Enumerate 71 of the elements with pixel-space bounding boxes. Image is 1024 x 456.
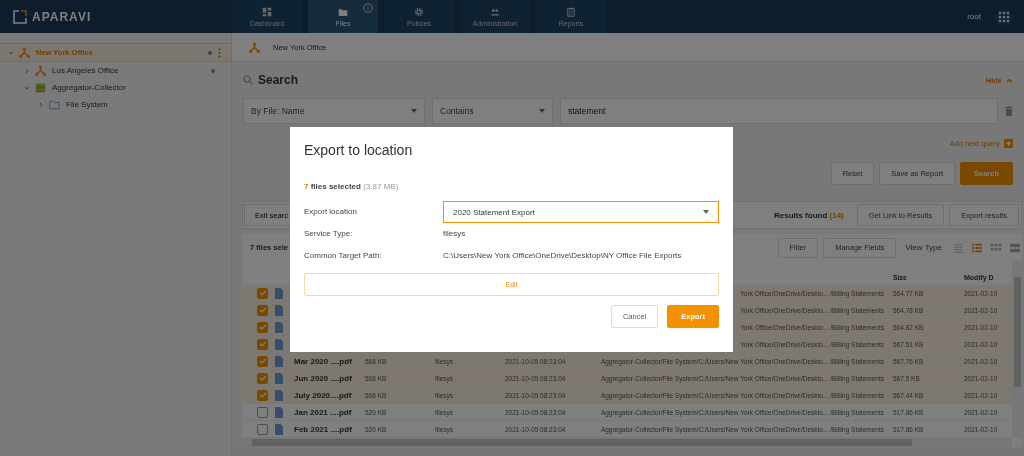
location-dropdown[interactable]: 2020 Statement Export: [443, 201, 719, 223]
dropdown-arrow-icon: [539, 109, 545, 113]
vertical-scrollbar[interactable]: [1012, 261, 1022, 438]
row-checkbox[interactable]: [257, 372, 268, 384]
trash-icon[interactable]: [1005, 106, 1013, 116]
file-icon: [275, 423, 283, 435]
query-value-field[interactable]: statement: [560, 98, 998, 124]
list-view-icon[interactable]: [1010, 242, 1020, 253]
search-icon: [243, 75, 253, 85]
list-view-icon[interactable]: [953, 242, 963, 253]
clipboard-icon: [566, 6, 576, 17]
field-label: Common Target Path:: [304, 250, 383, 262]
tree-item[interactable]: Los Angeles Office: [0, 62, 231, 79]
chevron-right-icon[interactable]: [38, 101, 44, 108]
field-value: filesys: [443, 228, 467, 240]
people-icon: [490, 6, 500, 17]
file-icon: [275, 304, 283, 316]
more-icon[interactable]: [218, 47, 221, 58]
horizontal-scrollbar[interactable]: [242, 438, 1012, 447]
file-name[interactable]: Jun 2020 ....pdf: [294, 373, 352, 383]
tree-item[interactable]: File System: [0, 96, 231, 113]
file-icon: [275, 355, 283, 367]
chevron-up-icon[interactable]: [1006, 77, 1013, 83]
file-icon: [275, 338, 283, 350]
dialog-title: Export to location: [304, 142, 414, 158]
search-title: Search: [258, 73, 300, 87]
results-count: Results found (14): [773, 210, 844, 220]
row-checkbox[interactable]: [257, 338, 268, 350]
plus-icon[interactable]: [1004, 138, 1013, 148]
grid-view-icon[interactable]: [991, 242, 1001, 253]
file-name[interactable]: July 2020....pdf: [294, 390, 352, 400]
operator-dropdown[interactable]: Contains: [432, 98, 553, 124]
chevron-right-icon[interactable]: [24, 67, 30, 74]
collector-icon: [35, 82, 46, 93]
folder-icon: [49, 99, 60, 110]
network-icon: [35, 65, 46, 76]
folder-icon: [338, 6, 348, 17]
row-checkbox[interactable]: [257, 389, 268, 401]
user-name[interactable]: root: [967, 12, 981, 21]
tree-item[interactable]: Aggregator-Collector: [0, 79, 231, 96]
file-icon: [275, 287, 283, 299]
chevron-down-icon[interactable]: [24, 84, 30, 91]
selection-summary: 7 files selected (3.87 MB): [304, 182, 400, 191]
logo-icon: [13, 9, 27, 24]
dashboard-icon: [262, 6, 272, 17]
file-name[interactable]: Jan 2021 ....pdf: [294, 407, 352, 417]
dropdown-arrow-icon: [411, 109, 417, 113]
network-icon: [19, 47, 30, 58]
file-icon: [275, 389, 283, 401]
logo-text: APARAVI: [32, 9, 92, 24]
field-dropdown[interactable]: By File: Name: [243, 98, 425, 124]
file-icon: [275, 406, 283, 418]
view-type-label: View Type: [905, 243, 942, 252]
gear-icon: [414, 6, 424, 17]
row-checkbox[interactable]: [257, 355, 268, 367]
network-icon: [249, 41, 260, 53]
file-name[interactable]: Feb 2021 ....pdf: [294, 424, 352, 434]
field-label: Export location: [304, 206, 358, 218]
row-checkbox[interactable]: [257, 287, 268, 299]
file-icon: [275, 372, 283, 384]
row-checkbox[interactable]: [257, 304, 268, 316]
field-value: C:\Users\New York Office\OneDrive\Desktop\NY Office File Exports: [443, 250, 683, 262]
file-name[interactable]: Mar 2020 ....pdf: [294, 356, 352, 366]
dropdown-arrow-icon: [703, 210, 709, 214]
row-checkbox[interactable]: [257, 406, 268, 418]
file-icon: [275, 321, 283, 333]
list-view-icon[interactable]: [972, 242, 982, 253]
row-checkbox[interactable]: [257, 321, 268, 333]
chevron-down-icon[interactable]: [8, 49, 14, 56]
field-label: Service Type:: [304, 228, 354, 240]
row-checkbox[interactable]: [257, 423, 268, 435]
